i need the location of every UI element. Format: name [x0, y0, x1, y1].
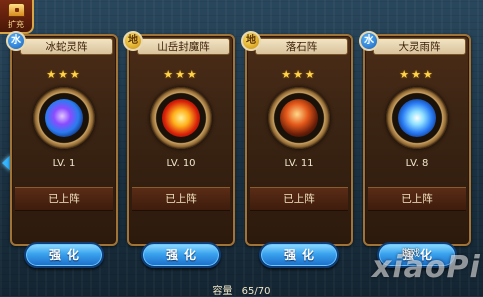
formation-medallion	[386, 87, 448, 149]
enhance-button-2[interactable]: 强化	[141, 242, 221, 268]
formation-medallion	[268, 87, 330, 149]
star-rating: ★★★	[163, 68, 199, 81]
deployed-status: 已上阵	[368, 187, 466, 211]
formation-name: 大灵雨阵	[373, 38, 466, 55]
formation-level: LV. 8	[405, 158, 429, 169]
formation-level: LV. 11	[284, 158, 314, 169]
formation-level: LV. 1	[52, 158, 76, 169]
expand-label: 扩充	[8, 20, 24, 29]
mountain-seal-art-icon	[162, 99, 200, 137]
earth-element-icon: 地	[241, 31, 261, 51]
capacity-label: 容量	[212, 286, 233, 297]
ice-snake-art-icon	[45, 99, 83, 137]
capacity-value: 65/70	[241, 286, 271, 297]
formation-name: 冰蛇灵阵	[20, 38, 113, 55]
water-element-icon: 水	[359, 31, 379, 51]
star-rating: ★★★	[399, 68, 435, 81]
formation-medallion	[150, 87, 212, 149]
formation-card-4[interactable]: 大灵雨阵 水 ★★★ LV. 8 已上阵	[359, 31, 471, 246]
formation-card-1[interactable]: 冰蛇灵阵 水 ★★★ LV. 1 已上阵	[6, 31, 118, 246]
chest-icon	[8, 3, 25, 17]
formation-medallion	[33, 87, 95, 149]
water-element-icon: 水	[6, 31, 26, 51]
watermark-tag: 游戏	[402, 249, 421, 259]
deployed-status: 已上阵	[250, 187, 348, 211]
formation-name: 落石阵	[255, 38, 348, 55]
earth-element-icon: 地	[123, 31, 143, 51]
formation-card-2[interactable]: 山岳封魔阵 地 ★★★ LV. 10 已上阵	[123, 31, 235, 246]
deployed-status: 已上阵	[132, 187, 230, 211]
star-rating: ★★★	[281, 68, 317, 81]
formation-name: 山岳封魔阵	[137, 38, 230, 55]
formation-card-3[interactable]: 落石阵 地 ★★★ LV. 11 已上阵	[241, 31, 353, 246]
star-rating: ★★★	[46, 68, 82, 81]
spirit-rain-art-icon	[398, 99, 436, 137]
enhance-button-3[interactable]: 强化	[259, 242, 339, 268]
falling-stone-art-icon	[280, 99, 318, 137]
formation-level: LV. 10	[166, 158, 196, 169]
enhance-button-1[interactable]: 强化	[24, 242, 104, 268]
expand-button[interactable]: 扩充	[0, 0, 34, 34]
deployed-status: 已上阵	[15, 187, 113, 211]
watermark: xiaoPi	[372, 250, 481, 285]
